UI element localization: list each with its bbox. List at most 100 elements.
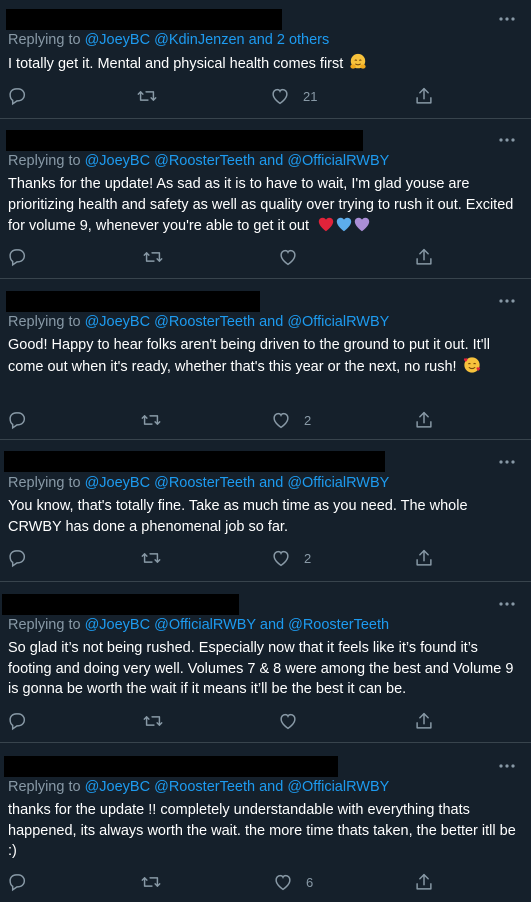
- mention-link[interactable]: @OfficialRWBY: [287, 475, 389, 491]
- tweet-actions: [0, 245, 531, 269]
- mention-link[interactable]: @JoeyBC @RoosterTeeth: [85, 779, 255, 795]
- more-icon[interactable]: [497, 760, 517, 772]
- mention-link[interactable]: @JoeyBC @RoosterTeeth: [85, 314, 255, 330]
- tweet[interactable]: Replying to @JoeyBC @OfficialRWBY and @R…: [0, 582, 531, 743]
- retweet-icon: [140, 871, 162, 893]
- like-icon: [272, 871, 294, 893]
- like-button[interactable]: [277, 709, 311, 733]
- like-button[interactable]: [277, 245, 311, 269]
- replying-to: Replying to @JoeyBC @OfficialRWBY and @R…: [8, 617, 390, 633]
- replying-to: Replying to @JoeyBC @RoosterTeeth and @O…: [8, 314, 390, 330]
- smiling-face-with-hearts-emoji: [463, 356, 480, 373]
- reply-button[interactable]: [6, 84, 28, 108]
- like-button[interactable]: 6: [272, 870, 313, 894]
- retweet-button[interactable]: [140, 870, 162, 894]
- tweet-actions: 2: [0, 546, 531, 570]
- more-icon[interactable]: [497, 295, 517, 307]
- share-icon: [413, 85, 435, 107]
- share-button[interactable]: [413, 408, 435, 432]
- mention-link[interactable]: @OfficialRWBY: [287, 779, 389, 795]
- share-icon: [413, 871, 435, 893]
- more-icon[interactable]: [497, 134, 517, 146]
- retweet-icon: [142, 246, 164, 268]
- share-button[interactable]: [413, 546, 435, 570]
- like-icon: [277, 710, 299, 732]
- tweet-actions: [0, 709, 531, 733]
- mention-link[interactable]: @OfficialRWBY: [287, 153, 389, 169]
- mention-link[interactable]: @JoeyBC @OfficialRWBY: [85, 617, 256, 633]
- tweet-text: thanks for the update !! completely unde…: [8, 802, 516, 859]
- reply-button[interactable]: [6, 870, 28, 894]
- tweet-actions: 2: [0, 408, 531, 432]
- retweet-button[interactable]: [136, 84, 158, 108]
- tweet[interactable]: Replying to @JoeyBC @RoosterTeeth and @O…: [0, 279, 531, 440]
- like-count: 6: [306, 874, 314, 890]
- retweet-button[interactable]: [140, 546, 162, 570]
- retweet-icon: [142, 710, 164, 732]
- redacted-author: [6, 291, 260, 312]
- mention-link[interactable]: @JoeyBC @RoosterTeeth: [85, 475, 255, 491]
- share-button[interactable]: [413, 870, 435, 894]
- like-button[interactable]: 2: [270, 546, 311, 570]
- tweet-actions: 21: [0, 84, 531, 108]
- tweet[interactable]: Replying to @JoeyBC @RoosterTeeth and @O…: [0, 119, 531, 279]
- tweet-text: Good! Happy to hear folks aren't being d…: [8, 337, 490, 375]
- mention-link[interactable]: @OfficialRWBY: [287, 314, 389, 330]
- like-count: 21: [303, 88, 318, 104]
- reply-icon: [6, 409, 28, 431]
- others-link[interactable]: 2 others: [277, 32, 329, 48]
- reply-icon: [6, 246, 28, 268]
- tweet[interactable]: Replying to @JoeyBC @RoosterTeeth and @O…: [0, 440, 531, 582]
- like-count: 2: [304, 550, 312, 566]
- reply-button[interactable]: [6, 245, 28, 269]
- share-icon: [413, 409, 435, 431]
- hugging-face-emoji: [350, 53, 366, 69]
- like-icon: [270, 547, 292, 569]
- reply-button[interactable]: [6, 709, 28, 733]
- like-icon: [269, 85, 291, 107]
- mention-link[interactable]: @RoosterTeeth: [288, 617, 389, 633]
- retweet-button[interactable]: [142, 245, 164, 269]
- like-icon: [270, 409, 292, 431]
- reply-icon: [6, 85, 28, 107]
- like-button[interactable]: 21: [269, 84, 317, 108]
- share-button[interactable]: [413, 84, 435, 108]
- reply-icon: [6, 710, 28, 732]
- mention-link[interactable]: @JoeyBC @RoosterTeeth: [85, 153, 255, 169]
- like-button[interactable]: 2: [270, 408, 311, 432]
- share-button[interactable]: [413, 245, 435, 269]
- tweet-text: Thanks for the update! As sad as it is t…: [8, 176, 514, 234]
- mention-link[interactable]: @JoeyBC @KdinJenzen: [85, 32, 245, 48]
- retweet-icon: [140, 409, 162, 431]
- share-icon: [413, 547, 435, 569]
- reply-icon: [6, 871, 28, 893]
- like-count: 2: [304, 412, 312, 428]
- more-icon[interactable]: [497, 13, 517, 25]
- tweet[interactable]: Replying to @JoeyBC @KdinJenzen and 2 ot…: [0, 0, 531, 119]
- more-icon[interactable]: [497, 598, 517, 610]
- reply-button[interactable]: [6, 408, 28, 432]
- share-icon: [413, 710, 435, 732]
- retweet-button[interactable]: [142, 709, 164, 733]
- tweet[interactable]: Replying to @JoeyBC @RoosterTeeth and @O…: [0, 743, 531, 902]
- redacted-author: [4, 756, 338, 777]
- retweet-icon: [136, 85, 158, 107]
- tweet-text: I totally get it. Mental and physical he…: [8, 53, 523, 75]
- reply-icon: [6, 547, 28, 569]
- redacted-author: [6, 9, 282, 30]
- retweet-icon: [140, 547, 162, 569]
- share-button[interactable]: [413, 709, 435, 733]
- replying-to: Replying to @JoeyBC @KdinJenzen and 2 ot…: [8, 32, 330, 48]
- tweet-text: So glad it’s not being rushed. Especiall…: [8, 640, 514, 697]
- replying-to: Replying to @JoeyBC @RoosterTeeth and @O…: [8, 779, 390, 795]
- share-icon: [413, 246, 435, 268]
- redacted-author: [2, 594, 239, 615]
- retweet-button[interactable]: [140, 408, 162, 432]
- redacted-author: [4, 451, 385, 472]
- more-icon[interactable]: [497, 456, 517, 468]
- reply-button[interactable]: [6, 546, 28, 570]
- tweet-actions: 6: [0, 870, 531, 894]
- tweet-text: You know, that's totally fine. Take as m…: [8, 498, 468, 535]
- like-icon: [277, 246, 299, 268]
- replying-to: Replying to @JoeyBC @RoosterTeeth and @O…: [8, 475, 390, 491]
